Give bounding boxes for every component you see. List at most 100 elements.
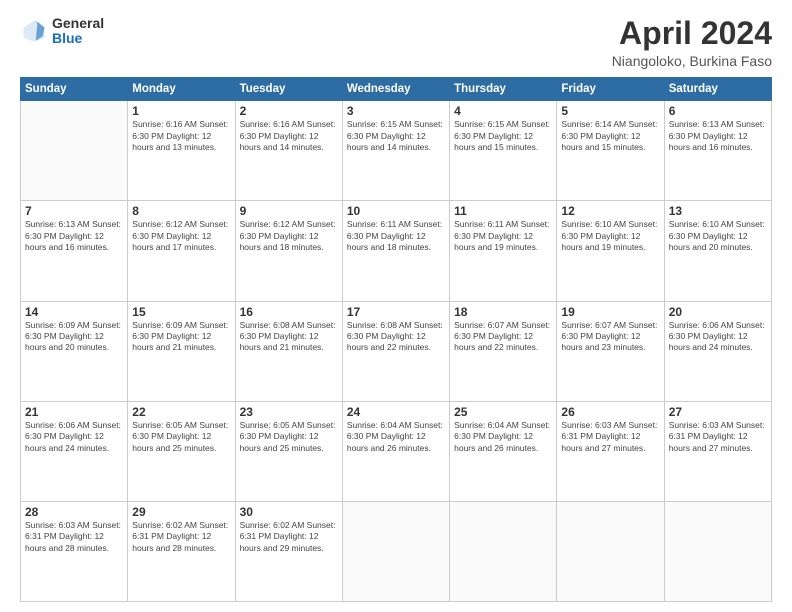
- day-info: Sunrise: 6:06 AM Sunset: 6:30 PM Dayligh…: [669, 320, 767, 354]
- day-number: 10: [347, 204, 445, 218]
- day-info: Sunrise: 6:04 AM Sunset: 6:30 PM Dayligh…: [347, 420, 445, 454]
- calendar-week-row: 28Sunrise: 6:03 AM Sunset: 6:31 PM Dayli…: [21, 501, 772, 601]
- day-info: Sunrise: 6:02 AM Sunset: 6:31 PM Dayligh…: [240, 520, 338, 554]
- calendar-cell: 10Sunrise: 6:11 AM Sunset: 6:30 PM Dayli…: [342, 201, 449, 301]
- calendar-body: 1 Sunrise: 6:16 AM Sunset: 6:30 PM Daylig…: [21, 101, 772, 602]
- page: General Blue April 2024 Niangoloko, Burk…: [0, 0, 792, 612]
- day-info: Sunrise: 6:07 AM Sunset: 6:30 PM Dayligh…: [454, 320, 552, 354]
- calendar-cell: 2Sunrise: 6:16 AM Sunset: 6:30 PM Daylig…: [235, 101, 342, 201]
- day-number: 14: [25, 305, 123, 319]
- day-number: 19: [561, 305, 659, 319]
- calendar-cell: 19Sunrise: 6:07 AM Sunset: 6:30 PM Dayli…: [557, 301, 664, 401]
- day-info: Sunrise: 6:15 AM Sunset: 6:30 PM Dayligh…: [347, 119, 445, 153]
- title-block: April 2024 Niangoloko, Burkina Faso: [612, 16, 772, 69]
- calendar-cell: [342, 501, 449, 601]
- calendar-subtitle: Niangoloko, Burkina Faso: [612, 53, 772, 69]
- calendar-cell: 24Sunrise: 6:04 AM Sunset: 6:30 PM Dayli…: [342, 401, 449, 501]
- weekday-header: Friday: [557, 78, 664, 101]
- calendar-cell: [450, 501, 557, 601]
- day-number: 11: [454, 204, 552, 218]
- day-number: 28: [25, 505, 123, 519]
- weekday-header: Wednesday: [342, 78, 449, 101]
- day-info: Sunrise: 6:15 AM Sunset: 6:30 PM Dayligh…: [454, 119, 552, 153]
- day-number: 5: [561, 104, 659, 118]
- calendar-cell: 30Sunrise: 6:02 AM Sunset: 6:31 PM Dayli…: [235, 501, 342, 601]
- calendar-cell: 22Sunrise: 6:05 AM Sunset: 6:30 PM Dayli…: [128, 401, 235, 501]
- day-number: 8: [132, 204, 230, 218]
- logo-general: General: [52, 16, 104, 31]
- calendar-cell: 5Sunrise: 6:14 AM Sunset: 6:30 PM Daylig…: [557, 101, 664, 201]
- day-number: 3: [347, 104, 445, 118]
- day-info: Sunrise: 6:05 AM Sunset: 6:30 PM Dayligh…: [132, 420, 230, 454]
- calendar-cell: 17Sunrise: 6:08 AM Sunset: 6:30 PM Dayli…: [342, 301, 449, 401]
- day-number: 25: [454, 405, 552, 419]
- day-info: Sunrise: 6:08 AM Sunset: 6:30 PM Dayligh…: [240, 320, 338, 354]
- day-number: 23: [240, 405, 338, 419]
- calendar-cell: 7Sunrise: 6:13 AM Sunset: 6:30 PM Daylig…: [21, 201, 128, 301]
- weekday-header: Thursday: [450, 78, 557, 101]
- day-number: 27: [669, 405, 767, 419]
- calendar-cell: 29Sunrise: 6:02 AM Sunset: 6:31 PM Dayli…: [128, 501, 235, 601]
- calendar-cell: 14Sunrise: 6:09 AM Sunset: 6:30 PM Dayli…: [21, 301, 128, 401]
- calendar-cell: 15Sunrise: 6:09 AM Sunset: 6:30 PM Dayli…: [128, 301, 235, 401]
- logo-text: General Blue: [52, 16, 104, 47]
- day-info: Sunrise: 6:08 AM Sunset: 6:30 PM Dayligh…: [347, 320, 445, 354]
- calendar-cell: 21Sunrise: 6:06 AM Sunset: 6:30 PM Dayli…: [21, 401, 128, 501]
- calendar-title: April 2024: [612, 16, 772, 51]
- weekday-header: Sunday: [21, 78, 128, 101]
- day-number: 7: [25, 204, 123, 218]
- calendar-cell: 13Sunrise: 6:10 AM Sunset: 6:30 PM Dayli…: [664, 201, 771, 301]
- day-number: 30: [240, 505, 338, 519]
- day-info: Sunrise: 6:03 AM Sunset: 6:31 PM Dayligh…: [25, 520, 123, 554]
- calendar-cell: 18Sunrise: 6:07 AM Sunset: 6:30 PM Dayli…: [450, 301, 557, 401]
- day-info: Sunrise: 6:06 AM Sunset: 6:30 PM Dayligh…: [25, 420, 123, 454]
- weekday-header: Tuesday: [235, 78, 342, 101]
- day-info: Sunrise: 6:03 AM Sunset: 6:31 PM Dayligh…: [561, 420, 659, 454]
- calendar-cell: [664, 501, 771, 601]
- day-number: 22: [132, 405, 230, 419]
- weekday-row: SundayMondayTuesdayWednesdayThursdayFrid…: [21, 78, 772, 101]
- day-number: 24: [347, 405, 445, 419]
- logo-icon: [20, 17, 48, 45]
- calendar-week-row: 7Sunrise: 6:13 AM Sunset: 6:30 PM Daylig…: [21, 201, 772, 301]
- day-info: Sunrise: 6:16 AM Sunset: 6:30 PM Dayligh…: [240, 119, 338, 153]
- day-info: Sunrise: 6:03 AM Sunset: 6:31 PM Dayligh…: [669, 420, 767, 454]
- calendar-cell: 16Sunrise: 6:08 AM Sunset: 6:30 PM Dayli…: [235, 301, 342, 401]
- calendar-cell: 23Sunrise: 6:05 AM Sunset: 6:30 PM Dayli…: [235, 401, 342, 501]
- day-info: Sunrise: 6:07 AM Sunset: 6:30 PM Dayligh…: [561, 320, 659, 354]
- day-number: 9: [240, 204, 338, 218]
- day-info: Sunrise: 6:13 AM Sunset: 6:30 PM Dayligh…: [669, 119, 767, 153]
- day-number: 29: [132, 505, 230, 519]
- calendar-cell: 12Sunrise: 6:10 AM Sunset: 6:30 PM Dayli…: [557, 201, 664, 301]
- day-info: Sunrise: 6:09 AM Sunset: 6:30 PM Dayligh…: [132, 320, 230, 354]
- day-number: 6: [669, 104, 767, 118]
- day-info: Sunrise: 6:14 AM Sunset: 6:30 PM Dayligh…: [561, 119, 659, 153]
- day-number: 16: [240, 305, 338, 319]
- day-info: Sunrise: 6:02 AM Sunset: 6:31 PM Dayligh…: [132, 520, 230, 554]
- calendar-cell: [21, 101, 128, 201]
- calendar-cell: 28Sunrise: 6:03 AM Sunset: 6:31 PM Dayli…: [21, 501, 128, 601]
- day-number: 1: [132, 104, 230, 118]
- header: General Blue April 2024 Niangoloko, Burk…: [20, 16, 772, 69]
- calendar-cell: 11Sunrise: 6:11 AM Sunset: 6:30 PM Dayli…: [450, 201, 557, 301]
- calendar-header: SundayMondayTuesdayWednesdayThursdayFrid…: [21, 78, 772, 101]
- calendar-week-row: 14 Sunrise: 6:09 AM Sunset: 6:30 PM Dayli…: [21, 301, 772, 401]
- day-info: Sunrise: 6:12 AM Sunset: 6:30 PM Dayligh…: [132, 219, 230, 253]
- calendar-cell: 27Sunrise: 6:03 AM Sunset: 6:31 PM Dayli…: [664, 401, 771, 501]
- calendar-cell: 3Sunrise: 6:15 AM Sunset: 6:30 PM Daylig…: [342, 101, 449, 201]
- calendar-cell: 8Sunrise: 6:12 AM Sunset: 6:30 PM Daylig…: [128, 201, 235, 301]
- day-number: 13: [669, 204, 767, 218]
- calendar-table: SundayMondayTuesdayWednesdayThursdayFrid…: [20, 77, 772, 602]
- day-number: 15: [132, 305, 230, 319]
- calendar-cell: 25Sunrise: 6:04 AM Sunset: 6:30 PM Dayli…: [450, 401, 557, 501]
- day-number: 18: [454, 305, 552, 319]
- day-number: 12: [561, 204, 659, 218]
- calendar-cell: 6Sunrise: 6:13 AM Sunset: 6:30 PM Daylig…: [664, 101, 771, 201]
- logo: General Blue: [20, 16, 104, 47]
- day-number: 21: [25, 405, 123, 419]
- day-info: Sunrise: 6:04 AM Sunset: 6:30 PM Dayligh…: [454, 420, 552, 454]
- day-number: 17: [347, 305, 445, 319]
- calendar-cell: [557, 501, 664, 601]
- day-number: 20: [669, 305, 767, 319]
- calendar-week-row: 21Sunrise: 6:06 AM Sunset: 6:30 PM Dayli…: [21, 401, 772, 501]
